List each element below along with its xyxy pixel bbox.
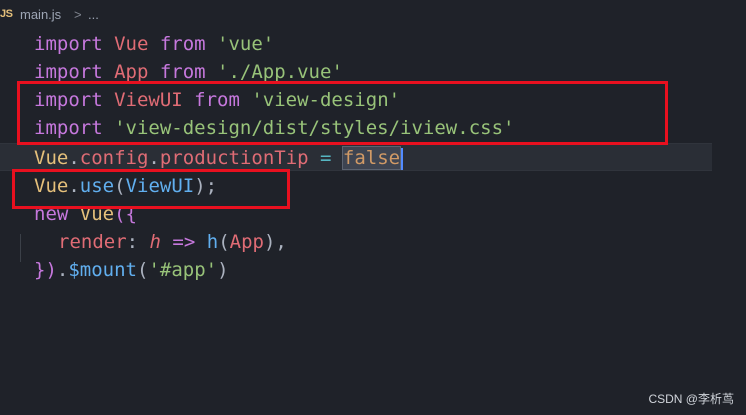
- code-line-8[interactable]: render: h => h(App),: [58, 228, 287, 256]
- token-property: config: [79, 147, 149, 169]
- highlight-box-imports: [17, 81, 668, 145]
- breadcrumb: JS main.js > ...: [0, 0, 746, 30]
- token-punctuation: ): [217, 259, 229, 281]
- watermark: CSDN @李析茑: [648, 392, 734, 406]
- selected-token-false[interactable]: false: [341, 146, 402, 170]
- token-punctuation: :: [126, 231, 150, 253]
- text-cursor: [401, 147, 404, 170]
- token-punctuation: ),: [263, 231, 287, 253]
- chevron-right-icon: >: [74, 7, 82, 22]
- token-operator: =: [308, 147, 343, 169]
- breadcrumb-file[interactable]: main.js: [20, 7, 61, 22]
- token-punctuation: .: [68, 147, 80, 169]
- highlight-box-vue-use: [12, 169, 290, 209]
- code-line-9[interactable]: }).$mount('#app'): [34, 256, 229, 284]
- token-identifier: App: [102, 61, 149, 83]
- token-parameter: h: [149, 231, 161, 253]
- code-line-5-current[interactable]: Vue.config.productionTip = false: [0, 143, 712, 171]
- token-keyword: from: [148, 33, 206, 55]
- token-object: Vue: [34, 147, 69, 169]
- token-punctuation: .: [148, 147, 160, 169]
- token-keyword: import: [34, 33, 103, 55]
- javascript-file-icon: JS: [0, 8, 13, 20]
- token-operator: =>: [160, 231, 207, 253]
- code-line-1[interactable]: import Vue from 'vue': [34, 30, 274, 58]
- token-punctuation: }): [34, 259, 57, 281]
- token-identifier: Vue: [102, 33, 149, 55]
- indent-guide: [20, 234, 21, 262]
- token-keyword: import: [34, 61, 103, 83]
- token-punctuation: (: [218, 231, 230, 253]
- token-string: 'vue': [205, 33, 275, 55]
- token-function: h: [206, 231, 219, 253]
- token-property: productionTip: [159, 147, 309, 169]
- token-string: '#app': [148, 259, 218, 281]
- token-punctuation: .: [56, 259, 69, 281]
- breadcrumb-symbols[interactable]: ...: [88, 7, 99, 22]
- token-string: './App.vue': [205, 61, 343, 83]
- token-keyword: from: [148, 61, 206, 83]
- token-property: render: [58, 231, 127, 253]
- token-identifier: App: [229, 231, 264, 253]
- token-function: $mount: [68, 259, 137, 281]
- token-punctuation: (: [136, 259, 149, 281]
